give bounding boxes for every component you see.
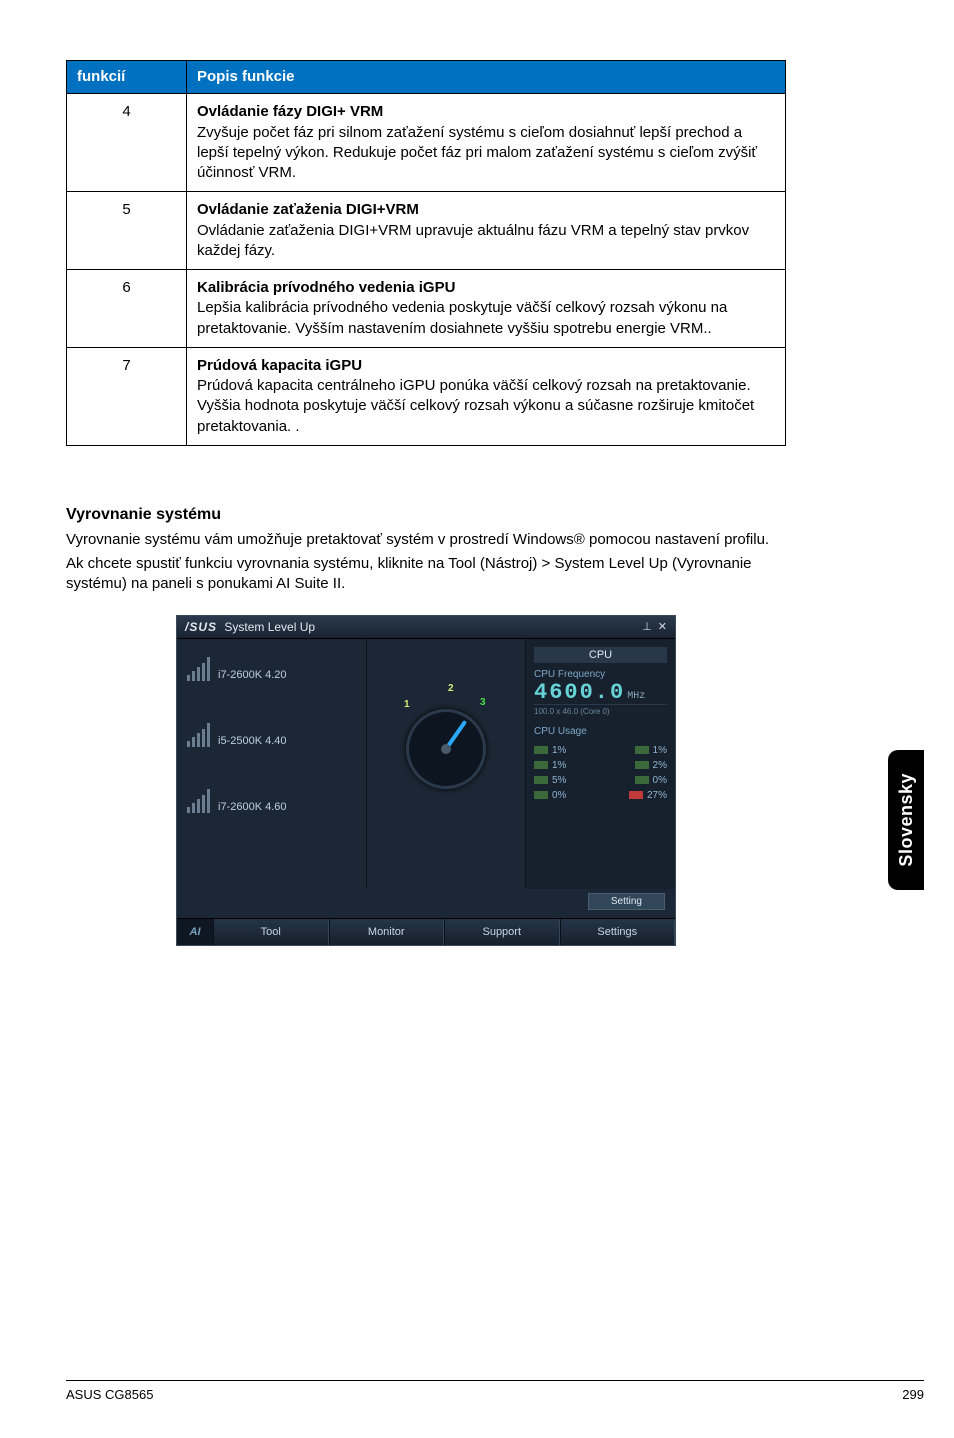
app-titlebar: /SUS System Level Up ⊥ ✕ (177, 616, 675, 639)
row-desc: Prúdová kapacita centrálneho iGPU ponúka… (197, 377, 754, 435)
bottom-tabs: AI Tool Monitor Support Settings (177, 918, 675, 945)
row-title: Kalibrácia prívodného vedenia iGPU (197, 278, 775, 298)
tab-settings[interactable]: Settings (560, 919, 676, 945)
row-title: Ovládanie zaťaženia DIGI+VRM (197, 200, 775, 220)
profile-name: i7-2600K 4.20 (218, 669, 287, 681)
bar-icon (635, 776, 649, 784)
cpu-panel: CPU CPU Frequency 4600.0MHz 100.0 x 46.0… (525, 639, 675, 889)
table-header-col2: Popis funkcie (187, 61, 786, 94)
usage-row: 5% 0% (534, 773, 667, 788)
usage-row: 1% 1% (534, 743, 667, 758)
bar-icon (534, 761, 548, 769)
profile-bars-icon (187, 653, 210, 681)
tab-support[interactable]: Support (444, 919, 560, 945)
gauge-dial[interactable] (406, 709, 486, 789)
usage-val: 2% (653, 760, 667, 771)
page-footer: ASUS CG8565 299 (66, 1380, 924, 1402)
cpu-frequency-value: 4600.0MHz (534, 682, 667, 704)
ai-suite-logo-icon[interactable]: AI (177, 919, 213, 945)
section-heading: Vyrovnanie systému (66, 506, 786, 524)
cpu-frequency-label: CPU Frequency (534, 669, 667, 680)
row-number: 5 (67, 192, 187, 270)
setting-button[interactable]: Setting (588, 893, 665, 910)
row-desc-cell: Kalibrácia prívodného vedenia iGPU Lepši… (187, 270, 786, 348)
footer-model: ASUS CG8565 (66, 1387, 153, 1402)
close-icon[interactable]: ✕ (658, 620, 667, 633)
row-desc: Lepšia kalibrácia prívodného vedenia pos… (197, 299, 727, 336)
bar-icon (629, 791, 643, 799)
app-title: /SUS System Level Up (185, 620, 315, 634)
row-desc: Zvyšuje počet fáz pri silnom zaťažení sy… (197, 124, 757, 182)
row-number: 4 (67, 94, 187, 192)
language-label: Slovensky (896, 773, 917, 867)
usage-row: 0% 27% (534, 788, 667, 803)
profile-item[interactable]: i7-2600K 4.60 (187, 785, 356, 823)
table-row: 4 Ovládanie fázy DIGI+ VRM Zvyšuje počet… (67, 94, 786, 192)
row-number: 6 (67, 270, 187, 348)
row-title: Prúdová kapacita iGPU (197, 356, 775, 376)
usage-val: 0% (653, 775, 667, 786)
usage-val: 1% (552, 760, 566, 771)
language-side-tab: Slovensky (888, 750, 924, 890)
tab-tool[interactable]: Tool (213, 919, 329, 945)
table-row: 6 Kalibrácia prívodného vedenia iGPU Lep… (67, 270, 786, 348)
usage-val: 1% (552, 745, 566, 756)
profile-bars-icon (187, 719, 210, 747)
freq-unit: MHz (627, 691, 645, 702)
usage-row: 1% 2% (534, 758, 667, 773)
bar-icon (635, 746, 649, 754)
usage-val: 1% (653, 745, 667, 756)
profile-list: i7-2600K 4.20 i5-2500K 4.40 i7-2600K 4.6… (177, 639, 367, 889)
tab-monitor[interactable]: Monitor (329, 919, 445, 945)
row-desc-cell: Prúdová kapacita iGPU Prúdová kapacita c… (187, 347, 786, 445)
app-title-text: System Level Up (224, 620, 315, 634)
table-header-col1: funkcií (67, 61, 187, 94)
system-level-up-app: /SUS System Level Up ⊥ ✕ i7-2600K 4.20 (176, 615, 676, 946)
brand-logo: /SUS (185, 620, 217, 634)
row-desc-cell: Ovládanie fázy DIGI+ VRM Zvyšuje počet f… (187, 94, 786, 192)
gauge-area: 1 2 3 (367, 639, 525, 889)
cpu-panel-header: CPU (534, 647, 667, 663)
footer-page-number: 299 (902, 1387, 924, 1402)
profile-bars-icon (187, 785, 210, 813)
bar-icon (534, 746, 548, 754)
bar-icon (635, 761, 649, 769)
row-title: Ovládanie fázy DIGI+ VRM (197, 102, 775, 122)
usage-val: 27% (647, 790, 667, 801)
table-row: 5 Ovládanie zaťaženia DIGI+VRM Ovládanie… (67, 192, 786, 270)
row-number: 7 (67, 347, 187, 445)
usage-val: 5% (552, 775, 566, 786)
gauge-hub-icon (441, 744, 451, 754)
cpu-usage-grid: 1% 1% 1% 2% 5% 0% 0% 27% (534, 743, 667, 803)
cpu-frequency-detail: 100.0 x 46.0 (Core 0) (534, 704, 667, 716)
functions-table: funkcií Popis funkcie 4 Ovládanie fázy D… (66, 60, 786, 446)
usage-val: 0% (552, 790, 566, 801)
pin-icon[interactable]: ⊥ (642, 620, 652, 633)
section-paragraph: Ak chcete spustiť funkciu vyrovnania sys… (66, 554, 786, 595)
bar-icon (534, 791, 548, 799)
row-desc-cell: Ovládanie zaťaženia DIGI+VRM Ovládanie z… (187, 192, 786, 270)
table-row: 7 Prúdová kapacita iGPU Prúdová kapacita… (67, 347, 786, 445)
row-desc: Ovládanie zaťaženia DIGI+VRM upravuje ak… (197, 222, 749, 259)
gauge-label-2: 2 (448, 683, 454, 694)
gauge-label-1: 1 (404, 699, 410, 710)
profile-name: i5-2500K 4.40 (218, 735, 287, 747)
section-paragraph: Vyrovnanie systému vám umožňuje pretakto… (66, 530, 786, 550)
freq-number: 4600.0 (534, 680, 625, 705)
profile-item[interactable]: i7-2600K 4.20 (187, 653, 356, 691)
cpu-usage-label: CPU Usage (534, 726, 667, 737)
profile-item[interactable]: i5-2500K 4.40 (187, 719, 356, 757)
gauge-label-3: 3 (480, 697, 486, 708)
slider-row: Setting (177, 889, 675, 918)
profile-name: i7-2600K 4.60 (218, 801, 287, 813)
bar-icon (534, 776, 548, 784)
